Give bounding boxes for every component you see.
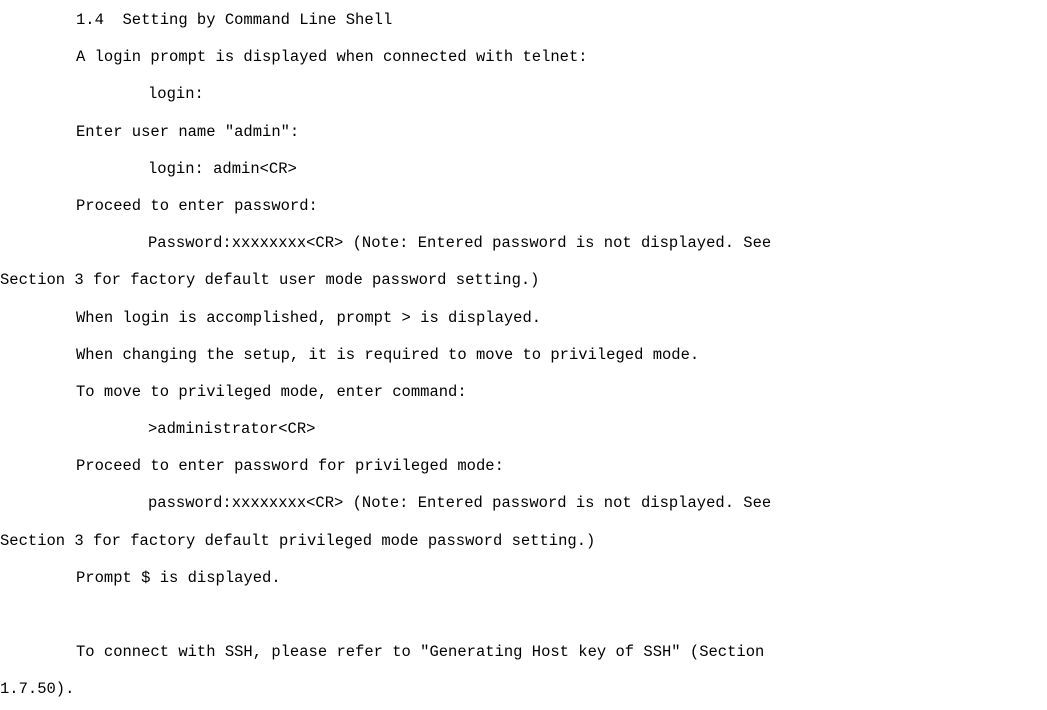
para-telnet-prompt: A login prompt is displayed when connect…: [0, 39, 1047, 76]
para-enter-username: Enter user name "admin":: [0, 114, 1047, 151]
blank-line: [0, 597, 1047, 634]
code-login-prompt: login:: [0, 76, 1047, 113]
para-login-done: When login is accomplished, prompt > is …: [0, 300, 1047, 337]
code-password-line2: Section 3 for factory default user mode …: [0, 262, 1047, 299]
para-dollar-prompt: Prompt $ is displayed.: [0, 560, 1047, 597]
code-priv-password-line2: Section 3 for factory default privileged…: [0, 523, 1047, 560]
code-priv-password-line1: password:xxxxxxxx<CR> (Note: Entered pas…: [0, 485, 1047, 522]
para-ssh-line1: To connect with SSH, please refer to "Ge…: [0, 634, 1047, 671]
section-heading: 1.4 Setting by Command Line Shell: [0, 2, 1047, 39]
para-ssh-line2: 1.7.50).: [0, 671, 1047, 708]
code-administrator: >administrator<CR>: [0, 411, 1047, 448]
para-change-setup: When changing the setup, it is required …: [0, 337, 1047, 374]
para-enter-password: Proceed to enter password:: [0, 188, 1047, 225]
code-password-line1: Password:xxxxxxxx<CR> (Note: Entered pas…: [0, 225, 1047, 262]
code-login-admin: login: admin<CR>: [0, 151, 1047, 188]
para-move-privileged: To move to privileged mode, enter comman…: [0, 374, 1047, 411]
para-privileged-password: Proceed to enter password for privileged…: [0, 448, 1047, 485]
